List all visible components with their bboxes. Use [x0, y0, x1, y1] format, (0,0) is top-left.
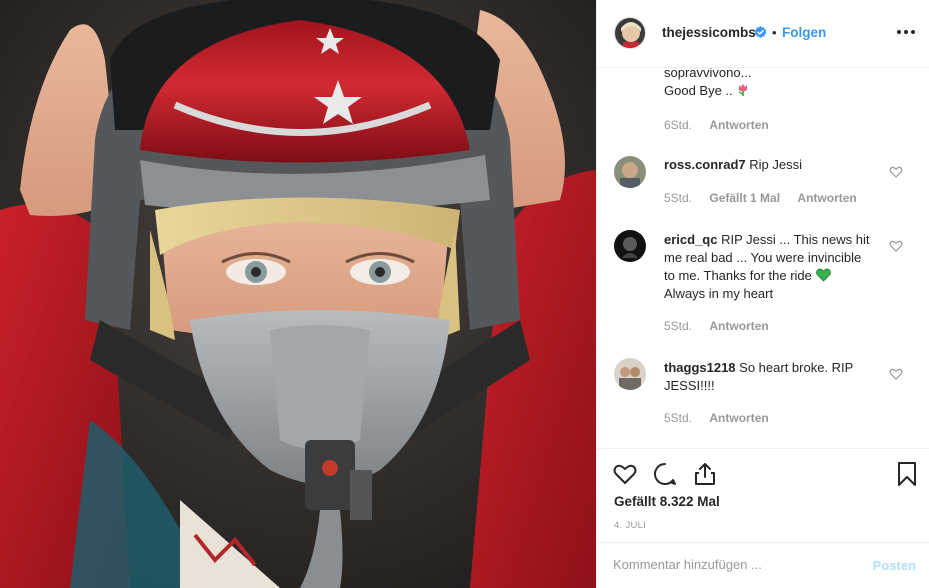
- comments-list[interactable]: sopravvivono... Good Bye .. 6Std. Antwor…: [597, 68, 929, 448]
- post-details-panel: thejessicombs • Folgen sopravvivono... G…: [596, 0, 929, 588]
- comment-text-line: ericd_qc RIP Jessi ... This news hit: [664, 231, 878, 249]
- comment-likes[interactable]: Gefällt 1 Mal: [709, 191, 780, 205]
- like-comment-heart-icon[interactable]: [889, 367, 903, 381]
- comment-body: RIP Jessi ... This news hit: [721, 232, 870, 247]
- comment-text-line: thaggs1218 So heart broke. RIP: [664, 359, 878, 377]
- comment-meta: 5Std. Antworten: [664, 411, 783, 425]
- comment-meta: 6Std. Antworten: [664, 118, 783, 132]
- tulip-emoji-icon: [739, 84, 748, 96]
- comment-text: ericd_qc RIP Jessi ... This news hit me …: [664, 231, 878, 303]
- instagram-post-view: thejessicombs • Folgen sopravvivono... G…: [0, 0, 929, 588]
- post-actions-section: Gefällt 8.322 Mal 4. JULI Posten: [597, 448, 929, 588]
- comment-body: So heart broke. RIP: [739, 360, 854, 375]
- author-username[interactable]: thejessicombs: [662, 25, 756, 40]
- reply-button[interactable]: Antworten: [709, 118, 768, 132]
- comment-text: sopravvivono... Good Bye ..: [664, 68, 878, 100]
- commenter-avatar[interactable]: [614, 156, 646, 188]
- comment-bubble-icon[interactable]: [652, 461, 678, 487]
- avatar-image: [614, 358, 646, 390]
- comment-text-line: to me. Thanks for the ride: [664, 267, 878, 285]
- green-heart-emoji-icon: [815, 268, 831, 282]
- comment-username[interactable]: ericd_qc: [664, 232, 717, 247]
- post-image: [0, 0, 596, 588]
- comment-input[interactable]: [613, 557, 853, 572]
- avatar-image: [615, 18, 645, 48]
- more-options-icon[interactable]: [894, 22, 918, 42]
- comment-text-line: JESSI!!!!: [664, 378, 715, 393]
- comment-meta: 5Std. Gefällt 1 Mal Antworten: [664, 191, 871, 205]
- comment-username[interactable]: ross.conrad7: [664, 157, 746, 172]
- comment-time[interactable]: 5Std.: [664, 411, 692, 425]
- verified-badge-icon: [754, 26, 767, 39]
- avatar-image: [614, 230, 646, 262]
- comment-username[interactable]: thaggs1218: [664, 360, 736, 375]
- follow-button[interactable]: Folgen: [782, 25, 826, 40]
- commenter-avatar[interactable]: [614, 358, 646, 390]
- comment-text-line: Always in my heart: [664, 286, 774, 301]
- post-photo[interactable]: [0, 0, 596, 588]
- comment-text-line: Good Bye ..: [664, 82, 878, 100]
- post-comment-button[interactable]: Posten: [873, 558, 916, 573]
- reply-button[interactable]: Antworten: [709, 411, 768, 425]
- like-comment-heart-icon[interactable]: [889, 165, 903, 179]
- comment-text-line: me real bad ... You were invincible: [664, 250, 862, 265]
- comment-text-line: sopravvivono...: [664, 68, 752, 80]
- comment-time[interactable]: 5Std.: [664, 191, 692, 205]
- post-date: 4. JULI: [614, 520, 647, 531]
- comment-body: Rip Jessi: [749, 157, 803, 172]
- comment-text-fragment: Good Bye ..: [664, 83, 733, 98]
- add-comment-bar: Posten: [597, 542, 929, 588]
- comment-time[interactable]: 6Std.: [664, 118, 692, 132]
- share-icon[interactable]: [692, 461, 718, 487]
- bookmark-icon[interactable]: [894, 461, 920, 487]
- comment-text-fragment: to me. Thanks for the ride: [664, 268, 812, 283]
- reply-button[interactable]: Antworten: [797, 191, 856, 205]
- commenter-avatar[interactable]: [614, 230, 646, 262]
- like-comment-heart-icon[interactable]: [889, 239, 903, 253]
- comment-meta: 5Std. Antworten: [664, 319, 783, 333]
- avatar-image: [614, 156, 646, 188]
- post-header: thejessicombs • Folgen: [597, 0, 929, 68]
- comment-text: thaggs1218 So heart broke. RIP JESSI!!!!: [664, 359, 878, 395]
- like-heart-icon[interactable]: [612, 461, 638, 487]
- likes-count[interactable]: Gefällt 8.322 Mal: [614, 494, 720, 509]
- comment-time[interactable]: 5Std.: [664, 319, 692, 333]
- header-separator: •: [772, 25, 777, 40]
- author-avatar[interactable]: [614, 17, 646, 49]
- reply-button[interactable]: Antworten: [709, 319, 768, 333]
- comment-text: ross.conrad7 Rip Jessi: [664, 156, 878, 174]
